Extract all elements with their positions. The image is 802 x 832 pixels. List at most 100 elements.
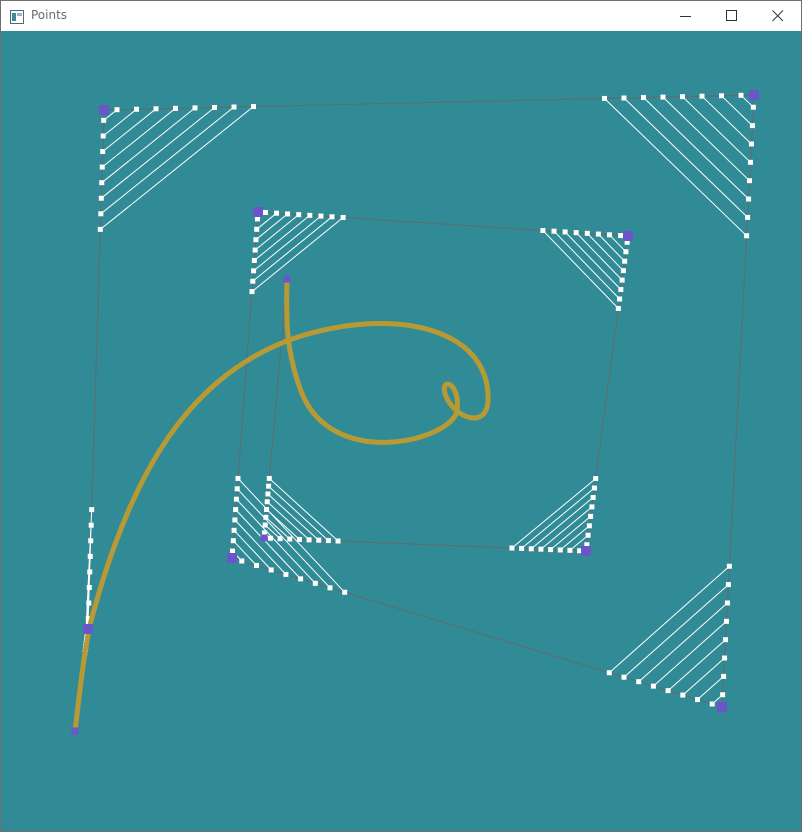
construction-point [747, 178, 753, 184]
construction-point [595, 231, 601, 237]
construction-point [231, 104, 237, 110]
construction-point [266, 475, 272, 481]
construction-point [618, 233, 624, 239]
construction-point [239, 558, 245, 564]
construction-point [307, 212, 313, 218]
close-icon [772, 10, 784, 22]
construction-point [274, 210, 279, 216]
construction-point [660, 94, 666, 100]
control-point-handle[interactable] [717, 702, 727, 712]
construction-point [251, 104, 256, 110]
close-button[interactable] [755, 1, 801, 31]
construction-point [745, 214, 751, 220]
construction-point [114, 107, 120, 113]
construction-point [641, 95, 646, 101]
construction-point [722, 655, 728, 661]
control-point-handle[interactable] [99, 105, 109, 115]
construction-point [723, 637, 729, 643]
construction-point [719, 93, 724, 99]
construction-point [89, 507, 95, 513]
construction-point [573, 230, 579, 236]
control-point-handle[interactable] [623, 231, 633, 241]
control-point-handle[interactable] [83, 624, 93, 634]
construction-point [726, 563, 732, 569]
construction-point [232, 517, 238, 523]
drawing-canvas[interactable] [1, 31, 801, 831]
control-point-handle[interactable] [581, 546, 591, 556]
construction-point [585, 532, 591, 538]
construction-point [607, 232, 612, 238]
construction-point [557, 547, 563, 553]
control-point-handle[interactable] [227, 553, 237, 563]
construction-point [749, 123, 755, 129]
construction-point [250, 278, 256, 284]
construction-point [249, 289, 255, 295]
construction-point [325, 538, 331, 544]
construction-point [586, 523, 592, 529]
construction-point [264, 499, 270, 505]
construction-point [591, 485, 597, 491]
construction-point [212, 104, 217, 110]
construction-point [340, 215, 346, 221]
construction-point [312, 580, 318, 586]
construction-point [233, 496, 239, 502]
construction-point [100, 133, 106, 139]
app-window: Points [0, 0, 802, 832]
construction-point [251, 257, 257, 263]
construction-point [265, 491, 271, 497]
construction-point [97, 226, 103, 232]
construction-point [98, 195, 104, 201]
construction-point [342, 589, 348, 595]
construction-point [253, 237, 259, 243]
construction-point [621, 674, 627, 680]
construction-point [724, 600, 730, 606]
construction-point [721, 673, 727, 679]
control-point-handle[interactable] [253, 207, 263, 217]
window-title: Points [31, 8, 68, 22]
construction-point [192, 105, 198, 111]
construction-point [287, 536, 293, 542]
construction-point [723, 618, 729, 624]
canvas-background [1, 31, 801, 831]
construction-point [509, 545, 515, 551]
construction-point [173, 105, 178, 111]
construction-point [588, 513, 594, 519]
construction-point [620, 268, 626, 274]
construction-point [622, 258, 628, 264]
control-point-handle[interactable] [71, 727, 79, 735]
construction-point [621, 95, 627, 101]
construction-point [285, 211, 291, 217]
construction-point [262, 522, 268, 528]
construction-point [134, 106, 139, 112]
construction-point [99, 180, 105, 186]
construction-point [615, 305, 621, 311]
construction-point [252, 247, 258, 253]
maximize-button[interactable] [709, 1, 755, 31]
control-point-handle[interactable] [260, 534, 268, 542]
title-bar[interactable]: Points [1, 1, 801, 31]
construction-point [329, 214, 335, 220]
construction-point [746, 196, 752, 202]
minimize-button[interactable] [663, 1, 709, 31]
construction-point [101, 117, 107, 123]
construction-point [251, 268, 257, 274]
construction-point [235, 475, 241, 481]
construction-point [233, 507, 239, 513]
minimize-icon [680, 16, 691, 17]
control-point-handle[interactable] [283, 275, 291, 283]
construction-point [254, 226, 260, 232]
construction-point [750, 104, 756, 110]
construction-point [283, 571, 289, 577]
construction-point [296, 536, 302, 542]
construction-point [551, 228, 557, 234]
construction-point [231, 527, 237, 533]
construction-point [744, 233, 750, 239]
construction-point [230, 538, 236, 544]
construction-point [709, 701, 715, 707]
construction-point [665, 688, 671, 694]
construction-point [606, 670, 612, 676]
control-point-handle[interactable] [749, 90, 759, 100]
construction-point [99, 164, 105, 170]
construction-point [748, 141, 754, 147]
bezier-scene[interactable] [1, 31, 801, 831]
